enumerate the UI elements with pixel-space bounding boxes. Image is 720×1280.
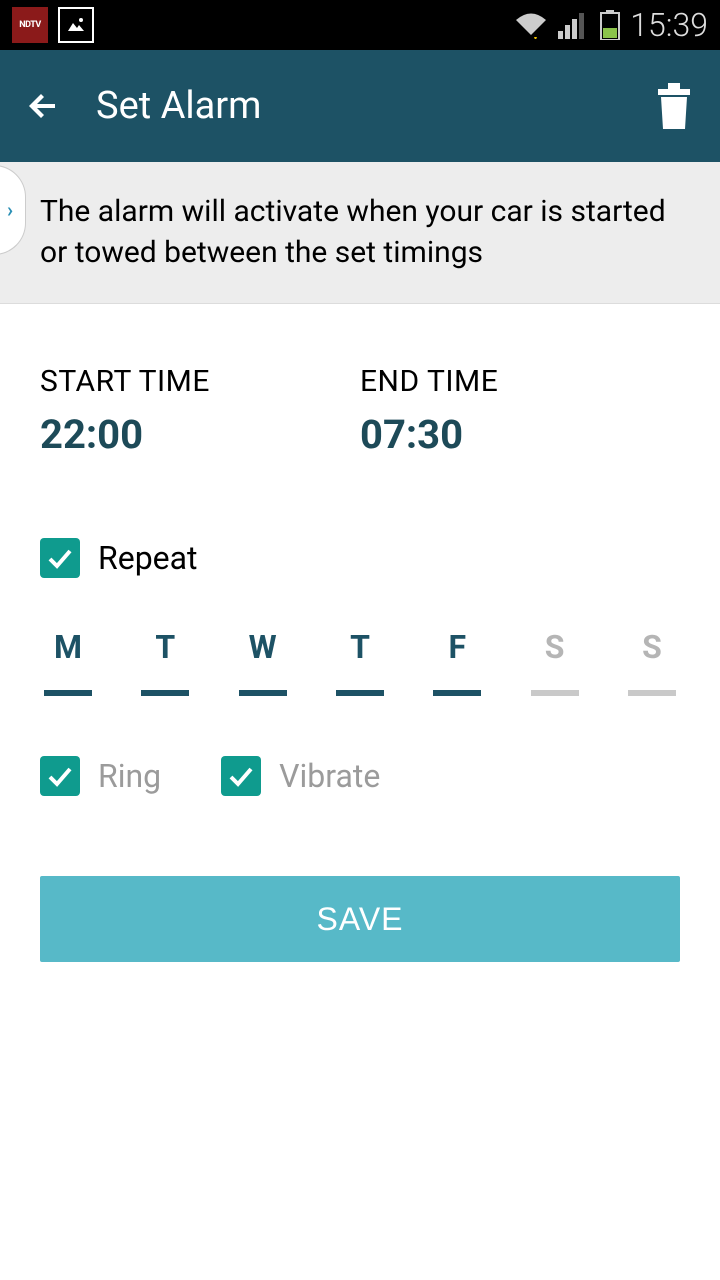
ring-checkbox[interactable] (40, 756, 80, 796)
day-underline (336, 690, 384, 696)
start-time-label: START TIME (40, 364, 360, 399)
day-letter: W (249, 628, 277, 690)
vibrate-option: Vibrate (221, 756, 380, 796)
info-text: The alarm will activate when your car is… (40, 194, 666, 270)
status-right: 15:39 (514, 6, 708, 44)
end-time-picker[interactable]: END TIME 07:30 (360, 364, 680, 458)
repeat-label: Repeat (98, 539, 198, 577)
delete-button[interactable] (654, 83, 696, 129)
day-toggle-3[interactable]: T (336, 628, 384, 696)
repeat-row: Repeat (40, 538, 680, 578)
vibrate-checkbox[interactable] (221, 756, 261, 796)
day-toggle-1[interactable]: T (141, 628, 189, 696)
start-time-value: 22:00 (40, 411, 360, 458)
day-underline (239, 690, 287, 696)
main-content: START TIME 22:00 END TIME 07:30 Repeat M… (0, 304, 720, 982)
options-row: Ring Vibrate (40, 756, 680, 796)
day-letter: S (545, 628, 565, 690)
day-underline (628, 690, 676, 696)
day-toggle-5[interactable]: S (531, 628, 579, 696)
ring-label: Ring (98, 757, 161, 795)
picture-icon (58, 7, 94, 43)
day-letter: M (54, 628, 82, 690)
day-toggle-0[interactable]: M (44, 628, 92, 696)
day-toggle-4[interactable]: F (433, 628, 481, 696)
repeat-checkbox[interactable] (40, 538, 80, 578)
day-underline (531, 690, 579, 696)
day-underline (433, 690, 481, 696)
day-letter: T (350, 628, 370, 690)
signal-icon (558, 11, 590, 39)
day-letter: S (642, 628, 662, 690)
wifi-icon (514, 11, 548, 39)
day-letter: F (449, 628, 467, 690)
days-row: MTWTFSS (40, 628, 680, 696)
end-time-label: END TIME (360, 364, 680, 399)
vibrate-label: Vibrate (279, 757, 380, 795)
chevron-right-icon: › (7, 198, 13, 222)
day-toggle-2[interactable]: W (239, 628, 287, 696)
day-underline (44, 690, 92, 696)
battery-icon (600, 10, 620, 40)
save-button[interactable]: SAVE (40, 876, 680, 962)
app-bar: Set Alarm (0, 50, 720, 162)
ring-option: Ring (40, 756, 161, 796)
day-letter: T (155, 628, 175, 690)
status-bar: NDTV 15:39 (0, 0, 720, 50)
day-underline (141, 690, 189, 696)
end-time-value: 07:30 (360, 411, 680, 458)
status-time: 15:39 (630, 6, 708, 44)
info-banner: The alarm will activate when your car is… (0, 162, 720, 304)
status-left: NDTV (12, 7, 94, 43)
start-time-picker[interactable]: START TIME 22:00 (40, 364, 360, 458)
back-button[interactable] (24, 85, 66, 127)
ndtv-app-icon: NDTV (12, 7, 48, 43)
time-row: START TIME 22:00 END TIME 07:30 (40, 364, 680, 458)
day-toggle-6[interactable]: S (628, 628, 676, 696)
page-title: Set Alarm (96, 84, 261, 128)
